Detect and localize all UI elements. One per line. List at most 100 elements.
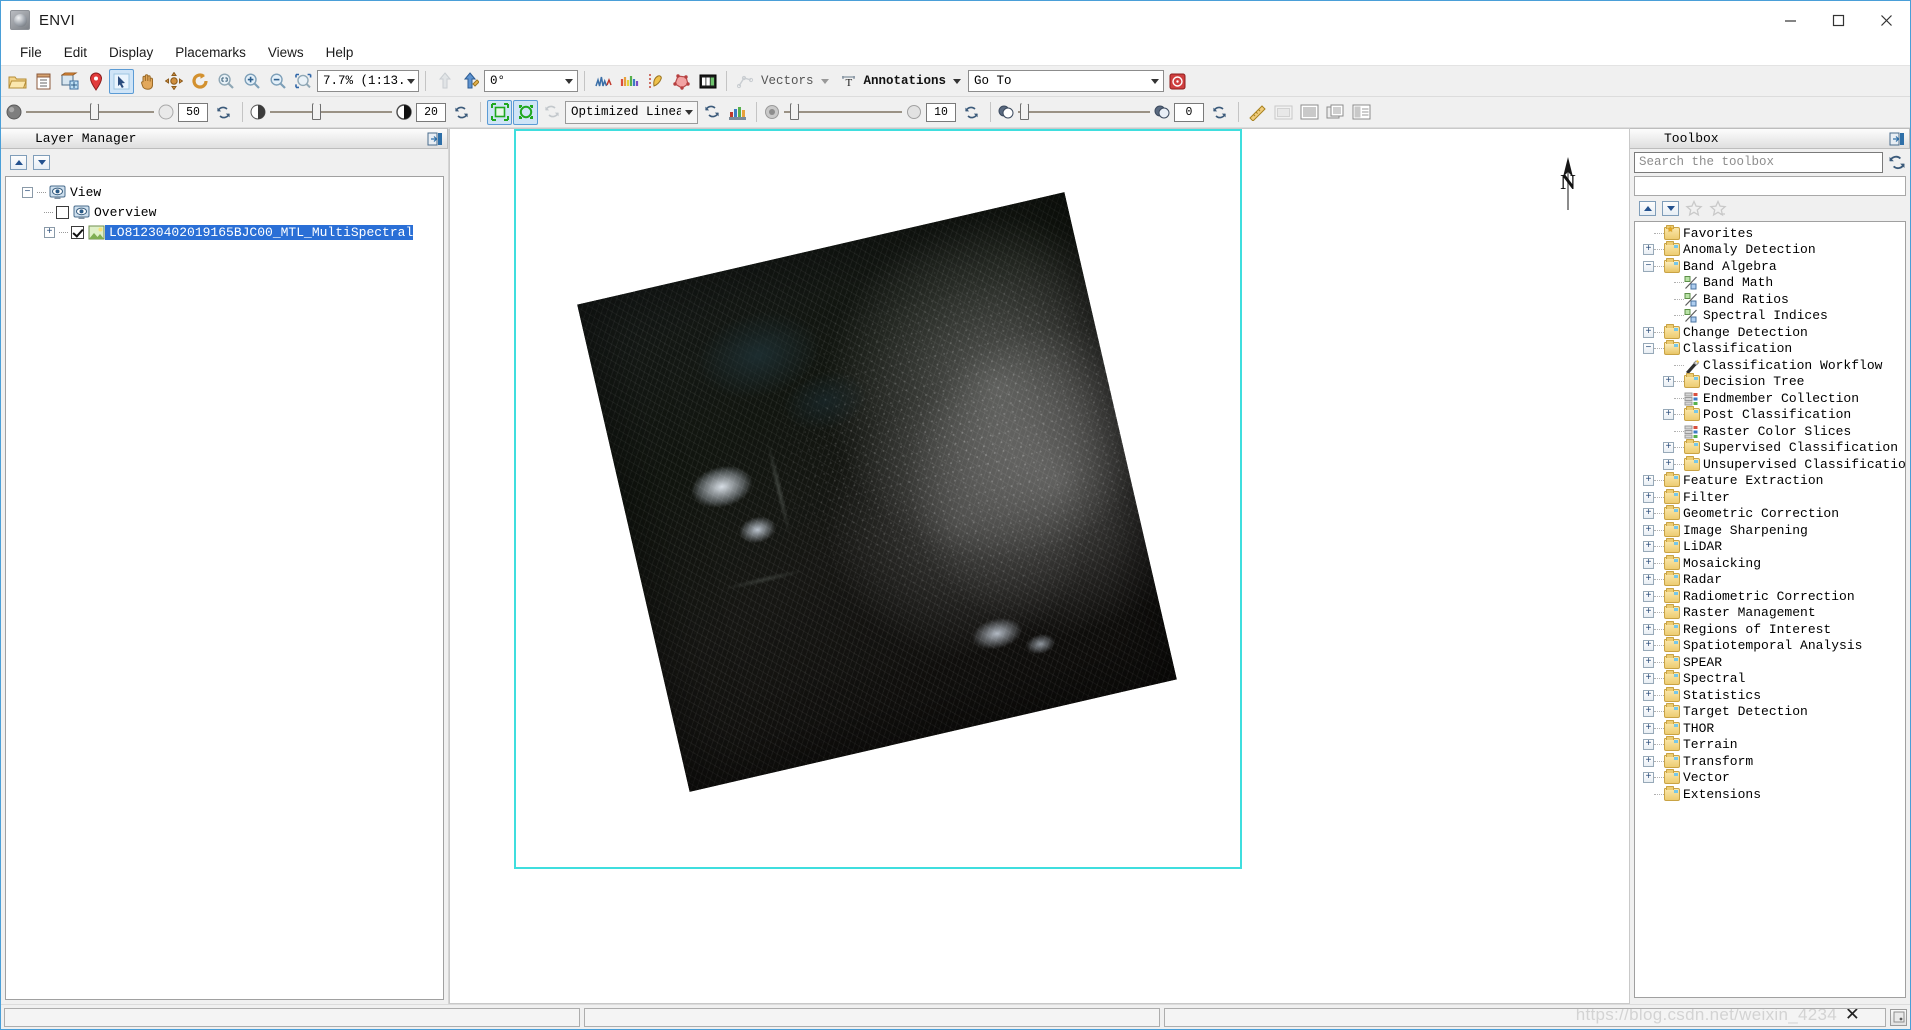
expander-collapse-icon[interactable]: −	[22, 186, 33, 198]
toolbox-item-feature-extraction[interactable]: + Feature Extraction	[1635, 472, 1905, 490]
view-single-icon[interactable]	[1297, 100, 1322, 125]
view-split-icon[interactable]	[1349, 100, 1374, 125]
rotate-icon[interactable]	[187, 69, 212, 94]
expander-expand-icon[interactable]: +	[1643, 475, 1654, 487]
toolbox-item-terrain[interactable]: + Terrain	[1635, 736, 1905, 754]
brightness-reset-icon[interactable]	[211, 100, 236, 125]
expander-expand-icon[interactable]: +	[44, 226, 55, 238]
rotation-combo[interactable]: 0°	[484, 70, 578, 92]
toolbox-item-image-sharpening[interactable]: + Image Sharpening	[1635, 521, 1905, 539]
toolbox-item-post-classification[interactable]: + Post Classification	[1635, 406, 1905, 424]
dock-pin-icon[interactable]	[1889, 131, 1905, 147]
move-up-icon[interactable]	[10, 155, 27, 170]
multi-profile-icon[interactable]	[617, 69, 642, 94]
stretch-view-extent-icon[interactable]	[513, 99, 538, 125]
expander-expand-icon[interactable]: +	[1643, 673, 1654, 685]
toolbox-item-change-detection[interactable]: + Change Detection	[1635, 323, 1905, 341]
expander-expand-icon[interactable]: +	[1643, 557, 1654, 569]
toolbox-item-spear[interactable]: + SPEAR	[1635, 653, 1905, 671]
view-stack-icon[interactable]	[1323, 100, 1348, 125]
snapshot-edit-icon[interactable]	[458, 69, 483, 94]
menu-display[interactable]: Display	[98, 42, 164, 63]
toolbox-item-radar[interactable]: + Radar	[1635, 571, 1905, 589]
star-add-icon[interactable]	[1685, 200, 1703, 217]
toolbox-item-raster-color-slices[interactable]: Raster Color Slices	[1635, 423, 1905, 440]
chevron-down-icon[interactable]	[560, 71, 577, 91]
move-up-icon[interactable]	[1639, 201, 1656, 216]
expander-expand-icon[interactable]: +	[1663, 376, 1674, 388]
image-display-canvas[interactable]: N	[449, 128, 1630, 1004]
expander-expand-icon[interactable]: +	[1643, 491, 1654, 503]
open-remote-icon[interactable]	[57, 69, 82, 94]
close-button[interactable]	[1862, 1, 1910, 39]
menu-help[interactable]: Help	[315, 42, 365, 63]
search-input[interactable]: Search the toolbox	[1634, 152, 1883, 173]
annotations-chevron-down-icon[interactable]	[953, 78, 962, 84]
sharpen-control[interactable]: 10	[763, 100, 984, 125]
toolbox-item-extensions[interactable]: Extensions	[1635, 785, 1905, 803]
toolbox-item-band-math[interactable]: Band Math	[1635, 275, 1905, 292]
overview-visibility-checkbox[interactable]	[56, 205, 69, 219]
transparency-value[interactable]: 0	[1174, 102, 1204, 122]
contrast-slider-thumb[interactable]	[312, 100, 321, 120]
open-file-icon[interactable]	[5, 69, 30, 94]
toolbox-item-favorites[interactable]: Favorites	[1635, 224, 1905, 242]
toolbox-item-target-detection[interactable]: + Target Detection	[1635, 703, 1905, 721]
crop-icon[interactable]	[1271, 100, 1296, 125]
toolbox-item-thor[interactable]: + THOR	[1635, 719, 1905, 737]
expander-expand-icon[interactable]: +	[1643, 508, 1654, 520]
chevron-down-icon[interactable]	[404, 71, 418, 91]
menu-edit[interactable]: Edit	[53, 42, 98, 63]
chevron-down-icon[interactable]	[681, 102, 697, 122]
expander-expand-icon[interactable]: +	[1643, 244, 1654, 256]
stretch-type-combo[interactable]: Optimized Linear	[565, 100, 698, 124]
brightness-slider-thumb[interactable]	[90, 100, 99, 120]
stretch-full-extent-icon[interactable]	[487, 99, 512, 125]
contrast-slider-track[interactable]	[270, 100, 392, 120]
sharpen-reset-icon[interactable]	[959, 100, 984, 125]
toolbox-item-vector[interactable]: + Vector	[1635, 769, 1905, 787]
measurement-ruler-icon[interactable]	[1245, 100, 1270, 125]
toolbox-item-spectral-indices[interactable]: Spectral Indices	[1635, 308, 1905, 325]
satellite-raster-image[interactable]	[577, 192, 1177, 792]
layer-tree[interactable]: − View Overview + LO81230402019165BJC00_…	[5, 176, 444, 1000]
transparency-slider-thumb[interactable]	[1020, 100, 1029, 120]
transparency-reset-icon[interactable]	[1207, 100, 1232, 125]
brightness-value[interactable]: 50	[178, 102, 208, 122]
transparency-control[interactable]: 0	[997, 100, 1232, 125]
toolbox-item-filter[interactable]: + Filter	[1635, 488, 1905, 506]
expander-expand-icon[interactable]: +	[1663, 442, 1674, 454]
expander-expand-icon[interactable]: +	[1643, 623, 1654, 635]
move-down-icon[interactable]	[1662, 201, 1679, 216]
expander-expand-icon[interactable]: +	[1643, 755, 1654, 767]
layer-tree-row-view[interactable]: − View	[6, 182, 443, 202]
toolbox-item-unsupervised-classification[interactable]: + Unsupervised Classification	[1635, 455, 1905, 473]
expander-expand-icon[interactable]: +	[1663, 409, 1674, 421]
expander-expand-icon[interactable]: +	[1663, 458, 1674, 470]
expander-expand-icon[interactable]: +	[1643, 607, 1654, 619]
toolbox-item-classification-workflow[interactable]: Classification Workflow	[1635, 357, 1905, 374]
goto-input[interactable]: Go To	[968, 70, 1165, 92]
contrast-control[interactable]: 20	[249, 100, 474, 125]
crosshair-icon[interactable]	[161, 69, 186, 94]
open-recent-icon[interactable]	[31, 69, 56, 94]
layer-tree-row-raster[interactable]: + LO81230402019165BJC00_MTL_MultiSpectra…	[6, 222, 443, 242]
sharpen-slider-thumb[interactable]	[790, 100, 799, 120]
toolbox-item-statistics[interactable]: + Statistics	[1635, 686, 1905, 704]
vectors-chevron-down-icon[interactable]	[820, 78, 829, 84]
toolbox-item-spatiotemporal-analysis[interactable]: + Spatiotemporal Analysis	[1635, 637, 1905, 655]
brightness-control[interactable]: 50	[5, 100, 236, 125]
toolbox-item-spectral[interactable]: + Spectral	[1635, 670, 1905, 688]
sharpen-value[interactable]: 10	[926, 102, 956, 122]
toolbox-item-decision-tree[interactable]: + Decision Tree	[1635, 373, 1905, 391]
move-down-icon[interactable]	[33, 155, 50, 170]
maximize-button[interactable]	[1814, 1, 1862, 39]
expander-expand-icon[interactable]: +	[1643, 656, 1654, 668]
minimize-button[interactable]	[1766, 1, 1814, 39]
expander-expand-icon[interactable]: +	[1643, 541, 1654, 553]
annotations-menu-label[interactable]: Annotations	[862, 74, 949, 88]
spectral-profile-icon[interactable]	[591, 69, 616, 94]
expander-collapse-icon[interactable]: −	[1643, 260, 1654, 272]
cancel-x-icon[interactable]: ✕	[1846, 1009, 1859, 1026]
toolbox-item-lidar[interactable]: + LiDAR	[1635, 538, 1905, 556]
